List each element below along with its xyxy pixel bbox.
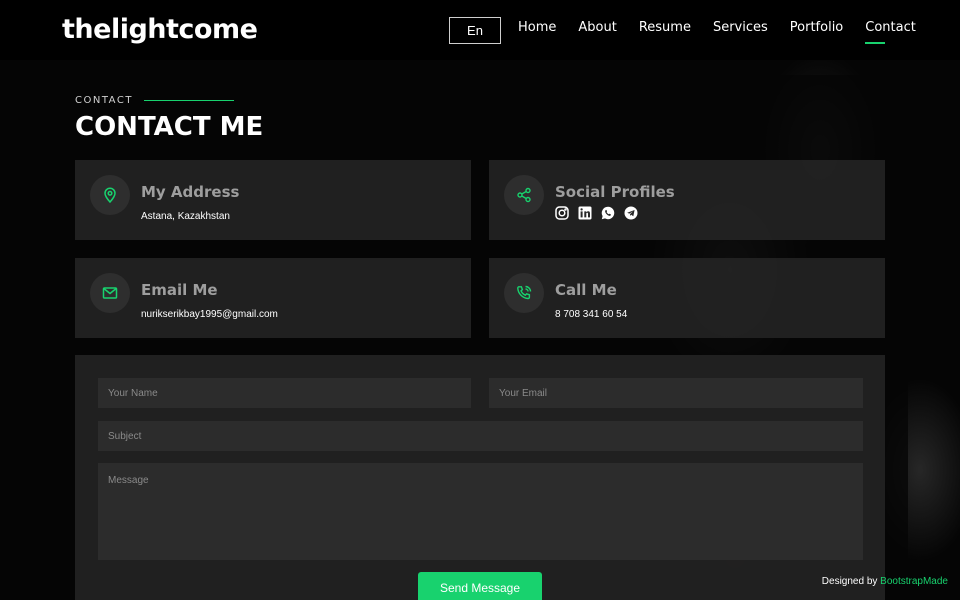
whatsapp-icon[interactable] <box>601 206 615 220</box>
phone-box: Call Me 8 708 341 60 54 <box>489 258 885 338</box>
language-button[interactable]: En <box>449 17 501 44</box>
nav-about[interactable]: About <box>578 20 616 41</box>
instagram-icon[interactable] <box>555 206 569 220</box>
credits-link[interactable]: BootstrapMade <box>880 576 948 587</box>
credits-prefix: Designed by <box>821 576 878 587</box>
email-input[interactable] <box>489 378 863 408</box>
send-message-button[interactable]: Send Message <box>418 572 542 600</box>
phone-call-icon <box>504 273 544 313</box>
name-input[interactable] <box>98 378 471 408</box>
section-label-line <box>144 100 234 101</box>
site-header: thelightcome En Home About Resume Servic… <box>0 0 960 60</box>
main-nav: Home About Resume Services Portfolio Con… <box>518 20 938 44</box>
site-logo[interactable]: thelightcome <box>62 14 258 45</box>
address-box: My Address Astana, Kazakhstan <box>75 160 471 240</box>
social-box: Social Profiles <box>489 160 885 240</box>
subject-input[interactable] <box>98 421 863 451</box>
section-title: CONTACT ME <box>75 112 264 142</box>
section-label: CONTACT <box>75 95 133 106</box>
email-title: Email Me <box>141 281 218 299</box>
email-text[interactable]: nurikserikbay1995@gmail.com <box>141 309 278 320</box>
share-icon <box>504 175 544 215</box>
social-title: Social Profiles <box>555 183 675 201</box>
phone-text[interactable]: 8 708 341 60 54 <box>555 309 627 320</box>
phone-title: Call Me <box>555 281 617 299</box>
message-textarea[interactable] <box>98 463 863 560</box>
nav-services[interactable]: Services <box>713 20 768 41</box>
nav-home[interactable]: Home <box>518 20 556 41</box>
address-text: Astana, Kazakhstan <box>141 211 230 222</box>
address-title: My Address <box>141 183 240 201</box>
map-pin-icon <box>90 175 130 215</box>
envelope-icon <box>90 273 130 313</box>
email-box: Email Me nurikserikbay1995@gmail.com <box>75 258 471 338</box>
nav-portfolio[interactable]: Portfolio <box>790 20 843 41</box>
nav-contact[interactable]: Contact <box>865 20 916 44</box>
social-links <box>555 206 638 220</box>
linkedin-icon[interactable] <box>578 206 592 220</box>
nav-resume[interactable]: Resume <box>639 20 691 41</box>
credits: Designed by BootstrapMade <box>822 576 948 587</box>
telegram-icon[interactable] <box>624 206 638 220</box>
